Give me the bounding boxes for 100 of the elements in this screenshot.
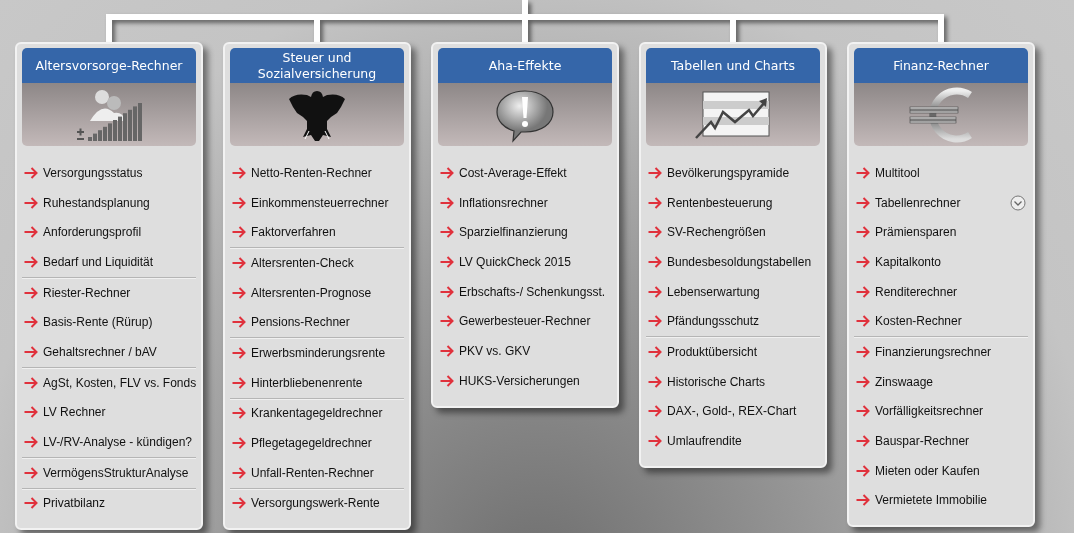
menu-link[interactable]: Finanzierungsrechner xyxy=(875,344,1028,359)
arrow-icon xyxy=(232,196,246,209)
menu-link[interactable]: Multitool xyxy=(875,165,1028,180)
menu-link[interactable]: Lebenserwartung xyxy=(667,284,820,299)
menu-link[interactable]: Riester-Rechner xyxy=(43,285,196,300)
arrow-icon xyxy=(232,407,246,420)
menu-link[interactable]: Erwerbsminderungsrente xyxy=(251,345,404,360)
arrow-icon xyxy=(232,437,246,450)
arrow-icon xyxy=(856,494,870,507)
card-title: Finanz-Rechner xyxy=(854,48,1028,83)
menu-link[interactable]: Privatbilanz xyxy=(43,496,196,511)
menu-link[interactable]: LV Rechner xyxy=(43,405,196,420)
menu-link[interactable]: Versorgungsstatus xyxy=(43,165,196,180)
menu-link[interactable]: Anforderungsprofil xyxy=(43,225,196,240)
arrow-icon xyxy=(648,285,662,298)
menu-link[interactable]: Netto-Renten-Rechner xyxy=(251,165,404,180)
menu-link[interactable]: VermögensStrukturAnalyse xyxy=(43,465,196,480)
menu-link[interactable]: Bedarf und Liquidität xyxy=(43,254,196,269)
arrow-icon xyxy=(232,226,246,239)
menu-link[interactable]: Hinterbliebenenrente xyxy=(251,375,404,390)
menu-link[interactable]: PKV vs. GKV xyxy=(459,343,612,358)
menu-link[interactable]: Mieten oder Kaufen xyxy=(875,463,1028,478)
arrow-icon xyxy=(856,285,870,298)
arrow-icon xyxy=(856,464,870,477)
menu-link[interactable]: DAX-, Gold-, REX-Chart xyxy=(667,404,820,419)
menu-link[interactable]: Versorgungswerk-Rente xyxy=(251,496,404,511)
menu-link[interactable]: Renditerechner xyxy=(875,284,1028,299)
arrow-icon xyxy=(24,406,38,419)
arrow-icon xyxy=(24,376,38,389)
menu-link[interactable]: Produktübersicht xyxy=(667,344,820,359)
menu-link[interactable]: HUKS-Versicherungen xyxy=(459,373,612,388)
menu-link[interactable]: Vorfälligkeitsrechner xyxy=(875,404,1028,419)
menu-link[interactable]: Umlaufrendite xyxy=(667,434,820,449)
arrow-icon xyxy=(440,196,454,209)
euro-icon xyxy=(908,86,974,143)
menu-link[interactable]: Inflationsrechner xyxy=(459,195,612,210)
menu-link[interactable]: Einkommensteuerrechner xyxy=(251,195,404,210)
arrow-icon xyxy=(440,166,454,179)
arrow-icon xyxy=(856,315,870,328)
menu-link[interactable]: Rentenbesteuerung xyxy=(667,195,820,210)
menu-link[interactable]: AgSt, Kosten, FLV vs. Fonds xyxy=(43,375,197,390)
menu-link[interactable]: Tabellenrechner xyxy=(875,195,1005,210)
arrow-icon xyxy=(648,226,662,239)
expand-chevron-icon[interactable] xyxy=(1010,194,1026,211)
menu-link[interactable]: Kapitalkonto xyxy=(875,254,1028,269)
arrow-icon xyxy=(856,226,870,239)
menu-link[interactable]: Ruhestandsplanung xyxy=(43,195,196,210)
arrow-icon xyxy=(648,375,662,388)
menu-link[interactable]: Bundesbesoldungstabellen xyxy=(667,254,820,269)
card-title: Altersvorsorge-Rechner xyxy=(22,48,196,83)
menu-link[interactable]: Erbschafts-/ Schenkungsst. xyxy=(459,284,612,299)
arrow-icon xyxy=(232,316,246,329)
menu-link[interactable]: Faktorverfahren xyxy=(251,225,404,240)
menu-link[interactable]: Pfändungsschutz xyxy=(667,314,820,329)
menu-link[interactable]: Gehaltsrechner / bAV xyxy=(43,344,196,359)
arrow-icon xyxy=(648,435,662,448)
menu-link[interactable]: LV-/RV-Analyse - kündigen? xyxy=(43,435,196,450)
arrow-icon xyxy=(648,255,662,268)
menu-link[interactable]: Altersrenten-Prognose xyxy=(251,285,404,300)
menu-link[interactable]: Vermietete Immobilie xyxy=(875,493,1028,508)
menu-link[interactable]: LV QuickCheck 2015 xyxy=(459,254,612,269)
arrow-icon xyxy=(24,286,38,299)
arrow-icon xyxy=(24,166,38,179)
menu-link[interactable]: Zinswaage xyxy=(875,374,1028,389)
arrow-icon xyxy=(856,166,870,179)
arrow-icon xyxy=(232,497,246,510)
arrow-icon xyxy=(440,315,454,328)
arrow-icon xyxy=(856,435,870,448)
menu-link[interactable]: Bauspar-Rechner xyxy=(875,434,1028,449)
card-title: Steuer und Sozialversicherung xyxy=(230,48,404,83)
arrow-icon xyxy=(648,166,662,179)
menu-link[interactable]: Gewerbesteuer-Rechner xyxy=(459,314,612,329)
menu-link[interactable]: SV-Rechengrößen xyxy=(667,225,820,240)
arrow-icon xyxy=(24,226,38,239)
arrow-icon xyxy=(856,345,870,358)
menu-link[interactable]: Pensions-Rechner xyxy=(251,315,404,330)
menu-link[interactable]: Prämiensparen xyxy=(875,225,1028,240)
card-title: Aha-Effekte xyxy=(438,48,612,83)
menu-link[interactable]: Kosten-Rechner xyxy=(875,314,1028,329)
menu-link[interactable]: Basis-Rente (Rürup) xyxy=(43,315,196,330)
arrow-icon xyxy=(24,316,38,329)
menu-link[interactable]: Cost-Average-Effekt xyxy=(459,165,612,180)
menu-link[interactable]: Unfall-Renten-Rechner xyxy=(251,465,404,480)
arrow-icon xyxy=(24,497,38,510)
arrow-icon xyxy=(232,346,246,359)
menu-link[interactable]: Historische Charts xyxy=(667,374,820,389)
arrow-icon xyxy=(232,466,246,479)
menu-link[interactable]: Bevölkerungspyramide xyxy=(667,165,820,180)
menu-link[interactable]: Krankentagegeldrechner xyxy=(251,406,404,421)
menu-link[interactable]: Pflegetagegeldrechner xyxy=(251,436,404,451)
arrow-icon xyxy=(24,466,38,479)
arrow-icon xyxy=(856,375,870,388)
arrow-icon xyxy=(440,285,454,298)
menu-link[interactable]: Sparzielfinanzierung xyxy=(459,225,612,240)
arrow-icon xyxy=(440,226,454,239)
arrow-icon xyxy=(648,315,662,328)
rising-line-chart-icon xyxy=(695,89,771,140)
arrow-icon xyxy=(648,405,662,418)
arrow-icon xyxy=(24,345,38,358)
menu-link[interactable]: Altersrenten-Check xyxy=(251,255,404,270)
